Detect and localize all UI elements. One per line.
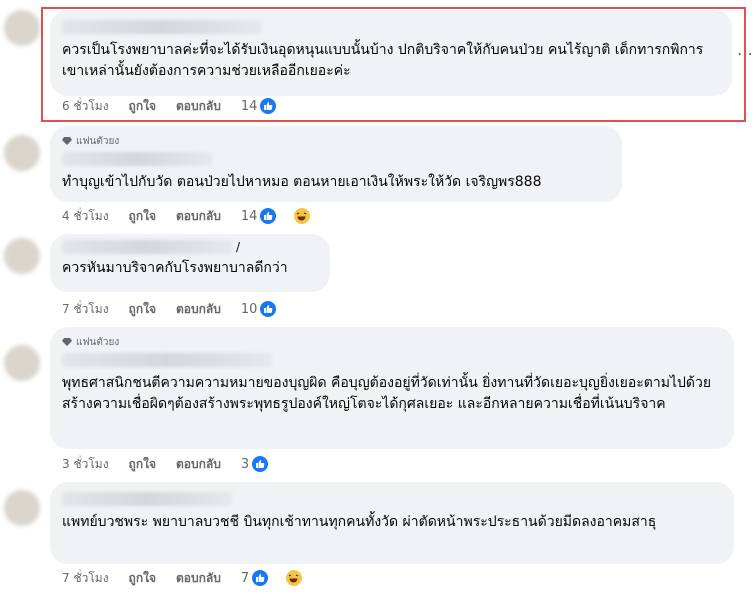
- comment-text: พุทธศาสนิกชนตีความความหมายของบุญผิด คือบ…: [62, 375, 712, 412]
- like-button[interactable]: ถูกใจ: [129, 455, 156, 474]
- author-name[interactable]: [62, 353, 272, 367]
- comment-bubble: แฟนตัวยง พุทธศาสนิกชนตีความความหมายของบุ…: [50, 327, 734, 449]
- haha-icon: [293, 207, 312, 225]
- author-name[interactable]: [62, 152, 212, 166]
- comment-time[interactable]: 7 ชั่วโมง: [62, 569, 109, 588]
- avatar[interactable]: [4, 490, 40, 526]
- comment-bubble: แฟนตัวยง ทำบุญเข้าไปกับวัด ตอนป่วยไปหาหม…: [50, 126, 622, 202]
- highlight-box: [41, 7, 746, 122]
- like-icon: [259, 300, 278, 318]
- haha-icon: [285, 569, 304, 587]
- like-button[interactable]: ถูกใจ: [129, 569, 156, 588]
- author-name-suffix: /: [236, 240, 241, 254]
- comment-bubble: / ควรหันมาบริจาคกับโรงพยาบาลดีกว่า: [50, 234, 330, 292]
- reply-button[interactable]: ตอบกลับ: [176, 455, 221, 474]
- comment-actions: 7 ชั่วโมง ถูกใจ ตอบกลับ 7: [62, 568, 323, 588]
- avatar[interactable]: [4, 135, 40, 171]
- reaction-summary[interactable]: 3: [241, 455, 289, 473]
- like-icon: [259, 207, 278, 225]
- comment-text: ควรหันมาบริจาคกับโรงพยาบาลดีกว่า: [62, 260, 288, 276]
- diamond-icon: [62, 338, 72, 346]
- comment-actions: 7 ชั่วโมง ถูกใจ ตอบกลับ 10: [62, 299, 297, 319]
- reply-button[interactable]: ตอบกลับ: [176, 207, 221, 226]
- avatar[interactable]: [4, 238, 40, 274]
- comment-actions: 3 ชั่วโมง ถูกใจ ตอบกลับ 3: [62, 454, 289, 474]
- diamond-icon: [62, 137, 72, 145]
- author-name[interactable]: [62, 240, 232, 254]
- avatar[interactable]: [4, 10, 40, 46]
- comment-time[interactable]: 3 ชั่วโมง: [62, 455, 109, 474]
- comment-actions: 4 ชั่วโมง ถูกใจ ตอบกลับ 14: [62, 206, 331, 226]
- reaction-count: 3: [240, 456, 250, 472]
- reaction-summary[interactable]: 14: [241, 207, 332, 225]
- reaction-count: 7: [240, 570, 250, 586]
- comment-time[interactable]: 4 ชั่วโมง: [62, 207, 109, 226]
- comment-time[interactable]: 7 ชั่วโมง: [62, 300, 109, 319]
- reply-button[interactable]: ตอบกลับ: [176, 569, 221, 588]
- top-fan-badge: แฟนตัวยง: [62, 134, 610, 148]
- like-button[interactable]: ถูกใจ: [129, 207, 156, 226]
- comment-bubble: แพทย์บวชพระ พยาบาลบวชชี บินทุกเช้าทานทุก…: [50, 482, 734, 564]
- reaction-summary[interactable]: 7: [241, 569, 323, 587]
- badge-label: แฟนตัวยง: [76, 336, 120, 348]
- like-icon: [251, 569, 270, 587]
- like-icon: [251, 455, 270, 473]
- avatar[interactable]: [4, 345, 40, 381]
- badge-label: แฟนตัวยง: [76, 135, 120, 147]
- reaction-summary[interactable]: 10: [241, 300, 298, 318]
- comment-text: ทำบุญเข้าไปกับวัด ตอนป่วยไปหาหมอ ตอนหายเ…: [62, 174, 542, 190]
- top-fan-badge: แฟนตัวยง: [62, 335, 722, 349]
- reaction-count: 10: [240, 301, 258, 317]
- author-name[interactable]: [62, 492, 232, 506]
- reply-button[interactable]: ตอบกลับ: [176, 300, 221, 319]
- like-button[interactable]: ถูกใจ: [129, 300, 156, 319]
- comment-text: แพทย์บวชพระ พยาบาลบวชชี บินทุกเช้าทานทุก…: [62, 514, 657, 530]
- reaction-count: 14: [240, 208, 258, 224]
